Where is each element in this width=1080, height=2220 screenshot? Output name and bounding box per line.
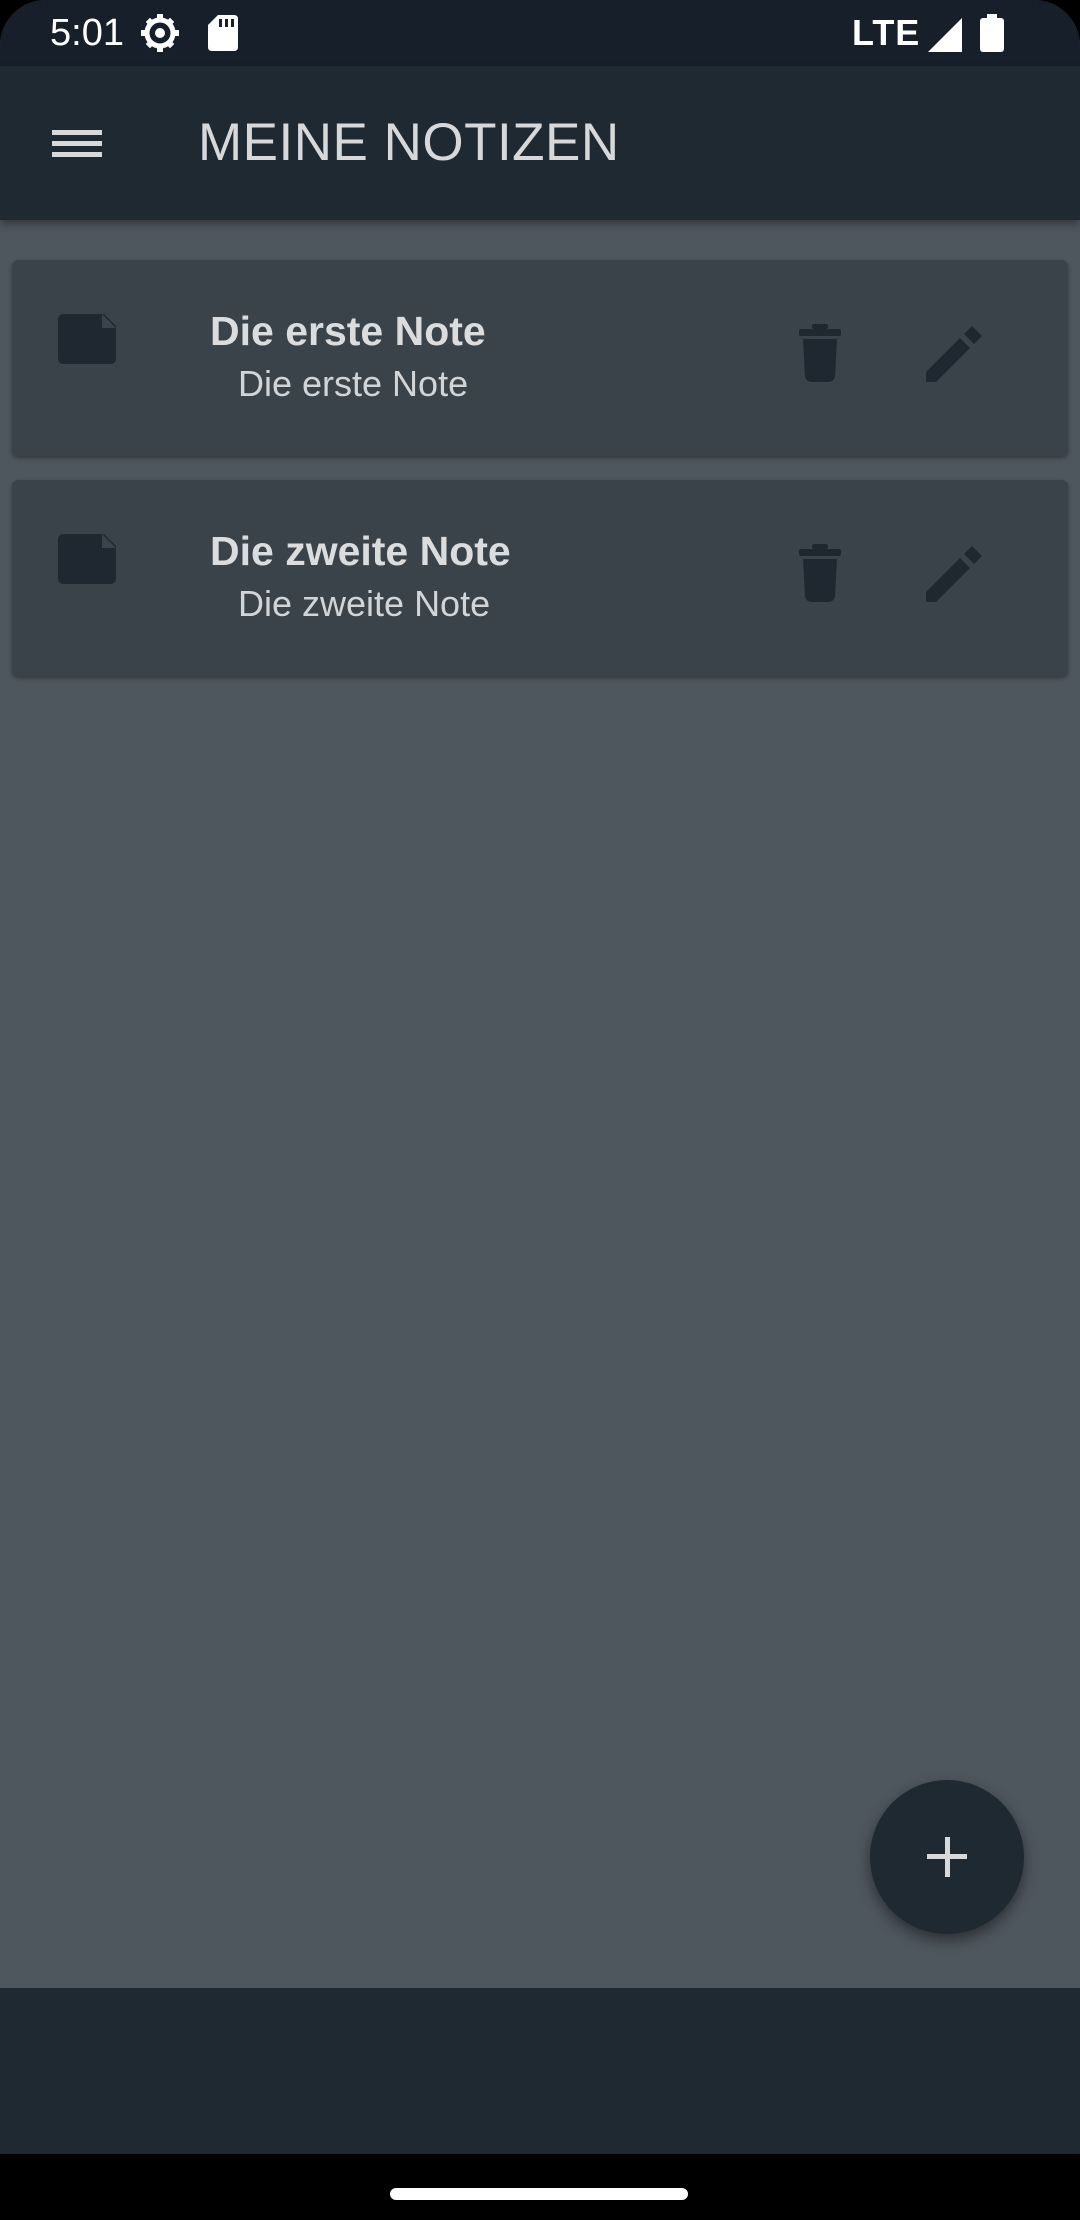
delete-note-button[interactable]: [790, 544, 850, 604]
add-note-button[interactable]: [870, 1780, 1024, 1934]
system-navigation-bar: [0, 2154, 1080, 2220]
note-subtitle: Die zweite Note: [238, 583, 491, 624]
edit-note-button[interactable]: [918, 540, 988, 610]
pencil-icon: [926, 546, 982, 602]
note-subtitle: Die erste Note: [238, 363, 469, 404]
note-title: Die erste Note: [210, 308, 486, 354]
bottom-app-bar: [0, 1988, 1080, 2154]
app-screen: 5:01 LTE MEINE NOTIZEN Die erste Note Di…: [0, 0, 1080, 2220]
status-bar: 5:01 LTE: [0, 0, 1080, 66]
home-indicator[interactable]: [390, 2188, 688, 2200]
plus-icon: [927, 1837, 967, 1877]
note-card[interactable]: Die erste Note Die erste Note: [12, 260, 1068, 456]
edit-note-button[interactable]: [918, 320, 988, 390]
trash-icon: [799, 544, 841, 602]
sd-card-icon: [208, 15, 238, 51]
menu-button[interactable]: [36, 110, 118, 176]
note-icon: [58, 534, 116, 584]
signal-icon: [928, 18, 962, 52]
trash-icon: [799, 324, 841, 382]
battery-icon: [980, 14, 1004, 52]
notes-list: Die erste Note Die erste Note Die zweite…: [0, 220, 1080, 1988]
status-time: 5:01: [50, 12, 124, 54]
note-card[interactable]: Die zweite Note Die zweite Note: [12, 480, 1068, 676]
settings-gear-icon: [141, 14, 179, 52]
network-type-label: LTE: [852, 12, 921, 53]
note-icon: [58, 314, 116, 364]
note-title: Die zweite Note: [210, 528, 511, 574]
hamburger-menu-icon: [52, 130, 102, 157]
delete-note-button[interactable]: [790, 324, 850, 384]
page-title: MEINE NOTIZEN: [198, 113, 620, 172]
app-bar: MEINE NOTIZEN: [0, 66, 1080, 220]
pencil-icon: [926, 326, 982, 382]
